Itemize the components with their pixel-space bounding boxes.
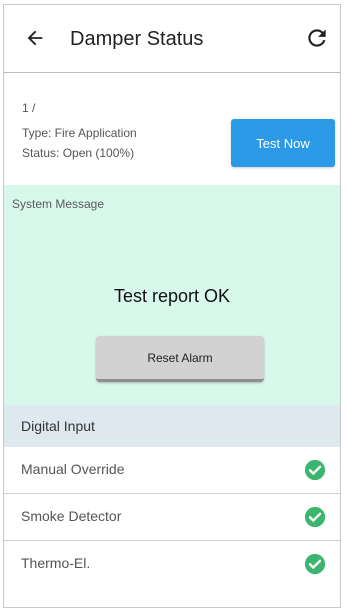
app-frame: Damper Status 1 / Type: Fire Application… [3, 4, 341, 608]
input-label: Smoke Detector [21, 508, 122, 524]
refresh-icon[interactable] [304, 25, 330, 51]
damper-type: Type: Fire Application [22, 126, 137, 140]
app-bar: Damper Status [4, 5, 340, 73]
digital-input-title: Digital Input [21, 418, 95, 434]
list-item-manual-override: Manual Override [4, 447, 340, 494]
list-item-smoke-detector: Smoke Detector [4, 494, 340, 541]
digital-input-header: Digital Input [4, 405, 340, 447]
page-title: Damper Status [70, 28, 204, 50]
input-label: Manual Override [21, 461, 125, 477]
check-circle-icon [304, 459, 326, 481]
test-now-button[interactable]: Test Now [231, 119, 335, 167]
list-item-thermo-el: Thermo-El. [4, 541, 340, 588]
system-message-header: System Message [12, 197, 105, 211]
check-circle-icon [304, 553, 326, 575]
system-message-panel: System Message Test report OK Reset Alar… [4, 185, 340, 405]
reset-alarm-button[interactable]: Reset Alarm [96, 336, 264, 382]
arrow-left-icon[interactable] [24, 27, 46, 49]
system-message-text: Test report OK [113, 286, 231, 306]
input-label: Thermo-El. [21, 555, 91, 571]
check-circle-icon [304, 506, 326, 528]
damper-status: Status: Open (100%) [22, 146, 135, 160]
damper-info: 1 / Type: Fire Application Status: Open … [4, 73, 340, 185]
damper-id: 1 / [22, 101, 36, 115]
